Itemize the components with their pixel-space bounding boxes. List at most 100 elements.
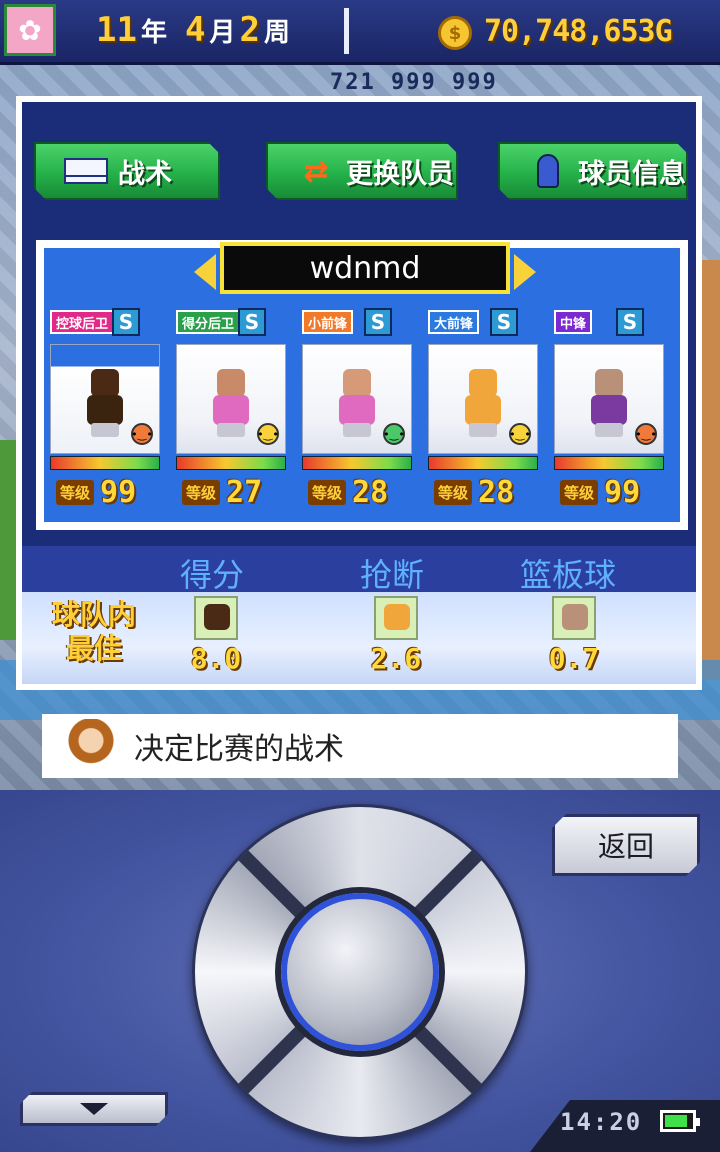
stat-points-label: 得分 [180, 556, 245, 594]
rank-badge: S [364, 308, 392, 336]
dialog-body: 战术 ⇄ 更换队员 球员信息 wdnmd 控球后卫 S •‿• 等级 99 得分… [22, 102, 696, 684]
stamina-meter [176, 456, 286, 470]
condition-face-icon: •‿• [383, 423, 405, 445]
player-card[interactable]: 控球后卫 S •‿• 等级 99 [50, 308, 160, 510]
tab-player-info-label: 球员信息 [578, 158, 686, 190]
position-tag: 控球后卫 [50, 310, 115, 334]
position-tag: 大前锋 [428, 310, 480, 334]
player-sprite [461, 369, 505, 439]
level-value: 99 [100, 474, 137, 510]
team-name: wdnmd [220, 242, 510, 294]
condition-face-icon: •‿• [635, 423, 657, 445]
best-player-mini-portrait [552, 596, 596, 640]
level-label: 等级 [560, 479, 599, 505]
player-card[interactable]: 得分后卫 S •‿• 等级 27 [176, 308, 286, 510]
level-label: 等级 [434, 479, 473, 505]
virtual-controller: 返回 14:20 [0, 790, 720, 1152]
stamina-meter [428, 456, 538, 470]
rank-badge: S [616, 308, 644, 336]
position-tag: 小前锋 [302, 310, 354, 334]
position-tag: 中锋 [554, 310, 593, 334]
tab-swap-players[interactable]: ⇄ 更换队员 [266, 142, 458, 200]
swap-icon: ⇄ [303, 153, 329, 189]
level-display: 等级 28 [308, 474, 389, 510]
level-display: 等级 27 [182, 474, 263, 510]
player-card[interactable]: 小前锋 S •‿• 等级 28 [302, 308, 412, 510]
secretary-avatar [64, 719, 118, 773]
best-value: 0.7 [548, 642, 600, 675]
stamina-meter [554, 456, 664, 470]
best-rebounds: 0.7 [544, 596, 604, 675]
condition-face-icon: •‿• [131, 423, 153, 445]
tactics-board-icon [64, 158, 108, 184]
level-display: 等级 99 [56, 474, 137, 510]
dpad[interactable] [192, 804, 528, 1140]
player-sprite [83, 369, 127, 439]
player-sprite [209, 369, 253, 439]
rank-badge: S [490, 308, 518, 336]
tab-player-info[interactable]: 球员信息 [498, 142, 688, 200]
player-portrait: •‿• [176, 344, 286, 454]
calendar-flower-icon[interactable]: ✿ [4, 4, 56, 56]
stat-steals-label: 抢断 [360, 556, 425, 594]
week-number: 2 [239, 10, 260, 50]
stats-header: 得分 抢断 篮板球 [22, 546, 696, 594]
player-card[interactable]: 中锋 S •‿• 等级 99 [554, 308, 664, 510]
team-best-title: 球队内最佳 [51, 598, 136, 665]
level-label: 等级 [56, 479, 95, 505]
top-status-bar: ✿ 11 年 4 月 2 周 $ 70,748,653G [0, 0, 720, 65]
tab-swap-label: 更换队员 [346, 158, 454, 190]
best-steals: 2.6 [366, 596, 426, 675]
tab-tactics[interactable]: 战术 [34, 142, 220, 200]
player-sprite [587, 369, 631, 439]
team-dialog: 战术 ⇄ 更换队员 球员信息 wdnmd 控球后卫 S •‿• 等级 99 得分… [16, 96, 702, 690]
game-date: 11 年 4 月 2 周 [96, 10, 290, 50]
hint-message-bar: 决定比赛的战术 [42, 714, 678, 778]
year-number: 11 [96, 10, 137, 50]
chevron-down-icon [80, 1103, 108, 1115]
next-team-arrow-icon[interactable] [514, 254, 536, 290]
prev-team-arrow-icon[interactable] [194, 254, 216, 290]
level-value: 27 [226, 474, 263, 510]
level-value: 99 [604, 474, 641, 510]
player-portrait: •‿• [554, 344, 664, 454]
best-player-mini-portrait [374, 596, 418, 640]
level-label: 等级 [308, 479, 347, 505]
dpad-center-button[interactable] [281, 893, 439, 1051]
stamina-meter [50, 456, 160, 470]
rank-badge: S [238, 308, 266, 336]
level-display: 等级 28 [434, 474, 515, 510]
level-value: 28 [352, 474, 389, 510]
player-portrait: •‿• [302, 344, 412, 454]
player-portrait: •‿• [428, 344, 538, 454]
team-best-area: 球队内最佳 8.0 2.6 0.7 [22, 592, 696, 684]
month-number: 4 [184, 10, 206, 50]
best-value: 2.6 [370, 642, 422, 675]
team-panel-inner: wdnmd 控球后卫 S •‿• 等级 99 得分后卫 S •‿• 等级 27 … [44, 242, 680, 522]
player-sprite [335, 369, 379, 439]
player-card[interactable]: 大前锋 S •‿• 等级 28 [428, 308, 538, 510]
condition-face-icon: •‿• [257, 423, 279, 445]
divider [344, 8, 349, 54]
player-info-icon [528, 155, 568, 187]
level-value: 28 [478, 474, 515, 510]
stamina-meter [302, 456, 412, 470]
back-button[interactable]: 返回 [552, 814, 700, 876]
clock: 14:20 [560, 1108, 643, 1136]
tab-tactics-label: 战术 [118, 158, 172, 190]
week-unit: 周 [263, 18, 290, 48]
best-points: 8.0 [186, 596, 246, 675]
year-unit: 年 [140, 18, 167, 48]
team-panel: wdnmd 控球后卫 S •‿• 等级 99 得分后卫 S •‿• 等级 27 … [36, 240, 688, 530]
menu-toggle-button[interactable] [20, 1092, 168, 1126]
best-player-mini-portrait [194, 596, 238, 640]
battery-icon [660, 1110, 700, 1132]
hint-message-text: 决定比赛的战术 [134, 732, 344, 767]
money-amount: 70,748,653G [484, 14, 673, 49]
position-tag: 得分后卫 [176, 310, 241, 334]
best-value: 8.0 [190, 642, 242, 675]
stat-rebounds-label: 篮板球 [520, 556, 617, 594]
condition-face-icon: •‿• [509, 423, 531, 445]
rank-badge: S [112, 308, 140, 336]
level-label: 等级 [182, 479, 221, 505]
